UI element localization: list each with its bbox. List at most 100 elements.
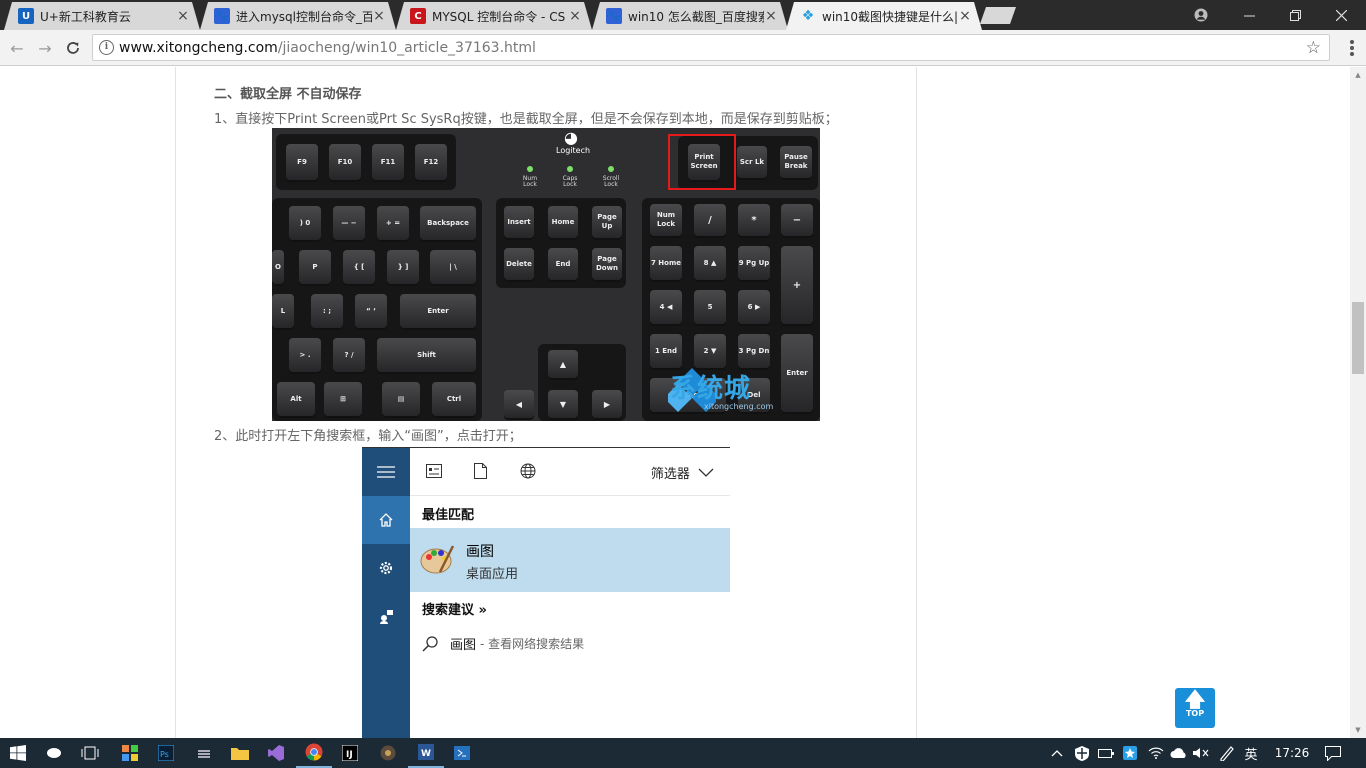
key-f12: F12 xyxy=(415,144,447,180)
xitongcheng-logo-icon: ❖ xyxy=(801,8,815,24)
baidu-paw-icon: 🐾 xyxy=(606,8,622,24)
feedback-icon[interactable] xyxy=(362,592,410,640)
key-ctrl: Ctrl xyxy=(432,382,476,416)
chrome-icon[interactable] xyxy=(296,738,332,768)
best-match-result[interactable]: 画图 桌面应用 xyxy=(410,528,730,592)
pen-workspace-icon[interactable] xyxy=(1216,738,1238,768)
tile-app-icon[interactable] xyxy=(112,738,148,768)
vertical-scrollbar[interactable]: ▲ ▼ xyxy=(1350,67,1366,738)
reload-icon[interactable] xyxy=(62,38,84,58)
num-lock-label: Num Lock xyxy=(522,175,538,188)
tray-app-icon[interactable] xyxy=(1120,738,1140,768)
key-o-partial: O xyxy=(272,250,284,284)
game-app-icon[interactable] xyxy=(370,738,406,768)
tab-mysql-csdn[interactable]: C MYSQL 控制台命令 - CS × xyxy=(396,2,592,30)
start-menu-screenshot: 筛选器 最佳匹配 画图 桌面应用 搜索建议 » 画图 - 查看网络搜索结果 xyxy=(362,447,730,738)
tab-close-icon[interactable]: × xyxy=(372,8,386,24)
stack-app-icon[interactable] xyxy=(186,738,222,768)
apps-scope-icon[interactable] xyxy=(426,463,442,482)
key-num-3: 3 Pg Dn xyxy=(738,334,770,368)
watermark-url: xitongcheng.com xyxy=(704,402,774,411)
key-num-1: 1 End xyxy=(650,334,682,368)
tab-close-icon[interactable]: × xyxy=(764,8,778,24)
tab-win10-screenshot-baidu[interactable]: 🐾 win10 怎么截图_百度搜索 × xyxy=(592,2,788,30)
minimize-icon[interactable] xyxy=(1226,0,1272,30)
documents-scope-icon[interactable] xyxy=(474,463,487,483)
search-suggestions-header[interactable]: 搜索建议 » xyxy=(422,599,487,618)
word-icon[interactable]: W xyxy=(408,738,444,768)
key-num-9: 9 Pg Up xyxy=(738,246,770,280)
key-quote: “ ‘ xyxy=(355,294,387,328)
key-f9: F9 xyxy=(286,144,318,180)
file-explorer-icon[interactable] xyxy=(222,738,258,768)
windows-start-icon[interactable] xyxy=(0,738,36,768)
windows-logo-icon: ⊞ xyxy=(324,382,362,416)
powershell-icon[interactable] xyxy=(444,738,480,768)
key-close-bracket: } ] xyxy=(387,250,419,284)
profile-icon[interactable] xyxy=(1178,0,1224,30)
bookmark-star-icon[interactable]: ☆ xyxy=(1306,38,1321,58)
tab-strip: U U+新工科教育云 × 🐾 进入mysql控制台命令_百 × C MYSQL … xyxy=(0,0,1366,30)
tab-mysql-baidu[interactable]: 🐾 进入mysql控制台命令_百 × xyxy=(200,2,396,30)
print-screen-highlight xyxy=(668,134,736,190)
tab-win10-shortcut-active[interactable]: ❖ win10截图快捷键是什么|w × xyxy=(786,2,982,30)
key-shift: Shift xyxy=(377,338,476,372)
search-icon xyxy=(422,635,438,652)
step-2-text: 2、此时打开左下角搜索框，输入“画图”，点击打开； xyxy=(214,429,522,444)
logitech-logo: ◕ Logitech xyxy=(556,128,591,156)
cortana-search-icon[interactable] xyxy=(36,738,72,768)
step-1-text: 1、直接按下Print Screen或Prt Sc SysRq按键，也是截取全屏… xyxy=(214,112,838,127)
new-tab-button[interactable] xyxy=(980,7,1016,24)
scroll-down-arrow-icon[interactable]: ▼ xyxy=(1350,722,1366,738)
windows-taskbar: Ps IJ W 英 17:26 xyxy=(0,738,1366,768)
key-num-plus: + xyxy=(781,246,813,324)
intellij-icon[interactable]: IJ xyxy=(332,738,368,768)
back-to-top-button[interactable]: 🡅 TOP xyxy=(1175,688,1215,728)
restore-icon[interactable] xyxy=(1272,0,1318,30)
back-arrow-icon[interactable]: ← xyxy=(6,38,28,58)
battery-plug-icon[interactable] xyxy=(1096,738,1116,768)
web-suggestion-row[interactable]: 画图 - 查看网络搜索结果 xyxy=(422,634,584,653)
hamburger-menu-icon[interactable] xyxy=(362,448,410,496)
tray-overflow-chevron-icon[interactable] xyxy=(1048,738,1066,768)
arrow-down-icon: ▼ xyxy=(548,390,578,418)
task-view-icon[interactable] xyxy=(72,738,108,768)
action-center-icon[interactable] xyxy=(1318,738,1348,768)
browser-toolbar: ← → i www.xitongcheng.com /jiaocheng/win… xyxy=(0,30,1366,66)
scroll-up-arrow-icon[interactable]: ▲ xyxy=(1350,67,1366,83)
key-delete: Delete xyxy=(504,248,534,280)
defender-shield-icon[interactable] xyxy=(1072,738,1092,768)
home-icon[interactable] xyxy=(362,496,410,544)
key-insert: Insert xyxy=(504,206,534,238)
scroll-lock-led xyxy=(608,166,614,172)
clock[interactable]: 17:26 xyxy=(1270,738,1314,768)
result-app-type: 桌面应用 xyxy=(466,567,519,582)
forward-arrow-icon[interactable]: → xyxy=(34,38,56,58)
ime-indicator[interactable]: 英 xyxy=(1240,738,1262,768)
chrome-menu-icon[interactable] xyxy=(1350,40,1354,56)
filter-dropdown[interactable]: 筛选器 xyxy=(651,463,714,482)
key-f11: F11 xyxy=(372,144,404,180)
onedrive-cloud-icon[interactable] xyxy=(1168,738,1190,768)
browser-window: U U+新工科教育云 × 🐾 进入mysql控制台命令_百 × C MYSQL … xyxy=(0,0,1366,738)
key-0: ) 0 xyxy=(289,206,321,240)
content-border-left xyxy=(175,67,176,738)
tab-u-edu[interactable]: U U+新工科教育云 × xyxy=(4,2,200,30)
tab-close-icon[interactable]: × xyxy=(568,8,582,24)
start-menu-rail xyxy=(362,448,410,738)
settings-gear-icon[interactable] xyxy=(362,544,410,592)
article-page: 二、截取全屏 不自动保存 1、直接按下Print Screen或Prt Sc S… xyxy=(0,67,1350,738)
web-scope-icon[interactable] xyxy=(520,463,536,483)
photoshop-icon[interactable]: Ps xyxy=(148,738,184,768)
key-numlock: Num Lock xyxy=(650,204,682,236)
tab-close-icon[interactable]: × xyxy=(176,8,190,24)
scroll-thumb[interactable] xyxy=(1352,302,1364,374)
site-info-icon[interactable]: i xyxy=(99,40,114,55)
visual-studio-icon[interactable] xyxy=(258,738,294,768)
wifi-icon[interactable] xyxy=(1146,738,1166,768)
volume-muted-icon[interactable] xyxy=(1192,738,1210,768)
tab-close-icon[interactable]: × xyxy=(958,8,972,24)
address-bar[interactable]: i www.xitongcheng.com /jiaocheng/win10_a… xyxy=(92,34,1330,61)
close-window-icon[interactable] xyxy=(1318,0,1364,30)
content-border-right xyxy=(916,67,917,738)
